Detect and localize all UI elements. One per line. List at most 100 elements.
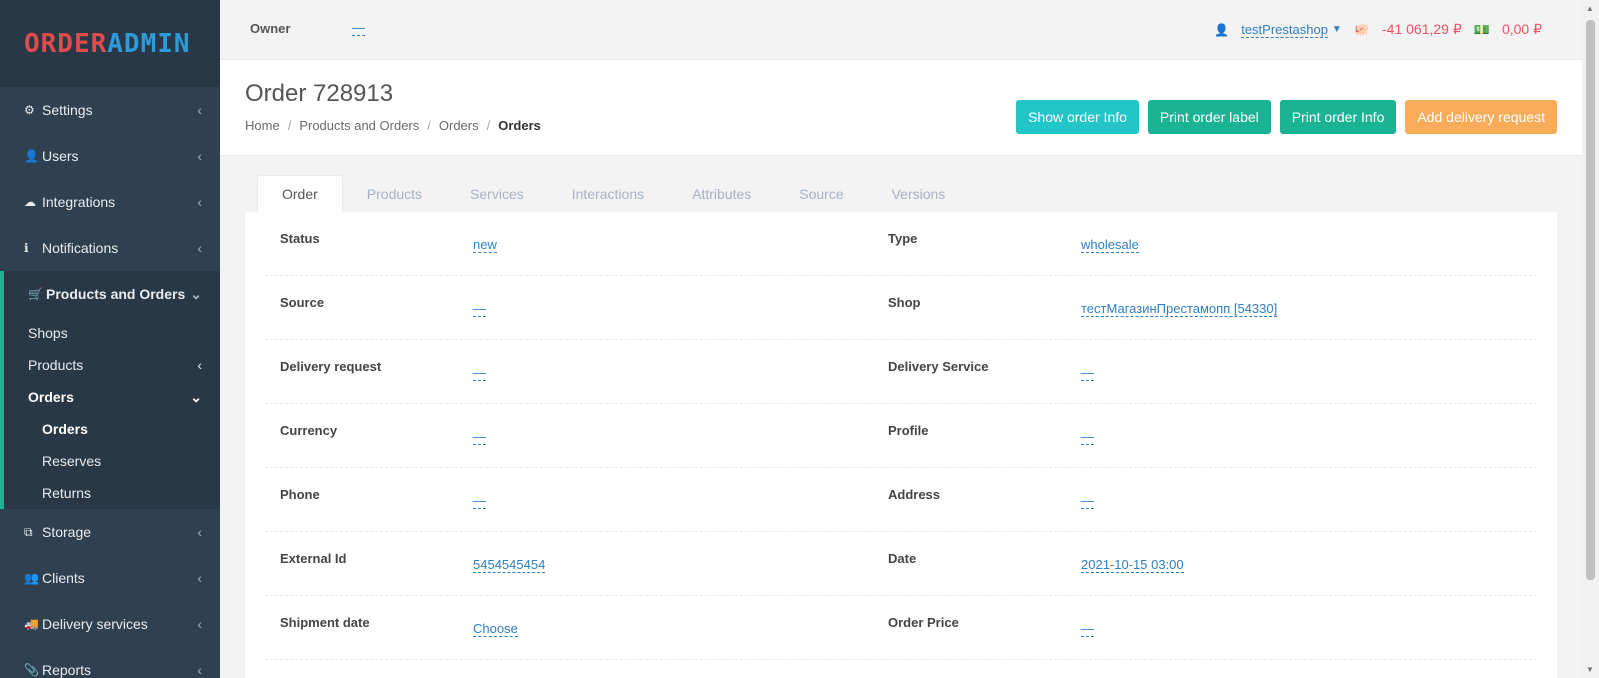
delivery-request-value[interactable]: — (473, 365, 486, 381)
breadcrumb-home[interactable]: Home (245, 118, 280, 133)
sidebar-item-label: Orders (28, 389, 74, 405)
scrollbar-thumb[interactable] (1586, 20, 1595, 580)
sidebar-item-label: Settings (42, 102, 93, 118)
paperclip-icon: 📎 (24, 663, 39, 677)
sidebar-item-notifications[interactable]: ℹ Notifications ‹ (0, 225, 220, 271)
profile-value[interactable]: — (1081, 429, 1094, 445)
sidebar-item-reports[interactable]: 📎 Reports ‹ (0, 647, 220, 678)
tab-interactions[interactable]: Interactions (548, 175, 668, 212)
logo-part-admin: ADMIN (107, 28, 191, 59)
info-circle-icon: ℹ (24, 241, 29, 255)
sidebar-item-reserves[interactable]: Reserves (4, 445, 220, 477)
date-label: Date (888, 551, 917, 566)
page-scrollbar[interactable]: ▲ ▼ (1582, 0, 1599, 678)
main-content: Order Products Services Interactions Att… (220, 157, 1582, 678)
sidebar-item-settings[interactable]: ⚙ Settings ‹ (0, 87, 220, 133)
sidebar-subnav-orders: Orders Reserves Returns (0, 413, 220, 509)
show-order-info-button[interactable]: Show order Info (1016, 100, 1139, 134)
order-tabs: Order Products Services Interactions Att… (257, 175, 969, 212)
tab-products[interactable]: Products (343, 175, 446, 212)
cubes-icon: ⧉ (24, 524, 33, 539)
sidebar-item-storage[interactable]: ⧉ Storage ‹ (0, 509, 220, 555)
caret-down-icon[interactable]: ▼ (1332, 24, 1342, 35)
user-menu[interactable]: testPrestashop (1241, 22, 1328, 38)
sidebar-item-returns[interactable]: Returns (4, 477, 220, 509)
top-right-controls: 👤 testPrestashop ▼ 🐖 -41 061,29 ₽ 💵 0,00… (1214, 21, 1542, 38)
external-id-value[interactable]: 5454545454 (473, 557, 546, 573)
user-icon: 👤 (24, 149, 39, 163)
chevron-down-icon: ⌄ (190, 388, 202, 405)
breadcrumb-current: Orders (498, 118, 541, 133)
app-logo[interactable]: ORDER ADMIN (0, 0, 220, 87)
currency-value[interactable]: — (473, 429, 486, 445)
sidebar-item-label: Clients (42, 570, 85, 586)
date-value[interactable]: 2021-10-15 03:00 (1081, 557, 1184, 573)
type-label: Type (888, 231, 918, 246)
status-value[interactable]: new (473, 237, 497, 253)
order-price-value[interactable]: — (1081, 621, 1094, 637)
delivery-service-value[interactable]: — (1081, 365, 1094, 381)
chevron-left-icon: ‹ (197, 148, 202, 164)
detail-row: Status new Type wholesale (265, 212, 1537, 276)
detail-row: External Id 5454545454 Date 2021-10-15 0… (265, 532, 1537, 596)
shop-label: Shop (888, 295, 921, 310)
sidebar-item-shops[interactable]: Shops (4, 317, 220, 349)
breadcrumb-orders[interactable]: Orders (439, 118, 479, 133)
shopping-cart-icon: 🛒 (28, 287, 43, 301)
shipment-date-value[interactable]: Choose (473, 621, 518, 637)
sidebar-subnav-products-and-orders: Shops Products ‹ Orders ⌄ Orders Reserve… (0, 317, 220, 509)
scroll-down-arrow-icon[interactable]: ▼ (1586, 665, 1594, 674)
address-value[interactable]: — (1081, 493, 1094, 509)
sidebar-item-label: Reserves (42, 453, 102, 469)
detail-row: Currency — Profile — (265, 404, 1537, 468)
sidebar-item-label: Delivery services (42, 616, 148, 632)
sidebar-item-delivery-services[interactable]: 🚚 Delivery services ‹ (0, 601, 220, 647)
sidebar-item-orders-list[interactable]: Orders (0, 413, 220, 445)
detail-row: Delivery request — Delivery Service — (265, 340, 1537, 404)
sidebar-item-label: Users (42, 148, 79, 164)
gear-icon: ⚙ (24, 103, 35, 117)
balance-deposit: 0,00 ₽ (1501, 21, 1542, 37)
user-icon: 👤 (1214, 22, 1230, 37)
currency-label: Currency (280, 423, 338, 438)
sidebar-item-products-and-orders[interactable]: 🛒 Products and Orders ⌄ (0, 271, 220, 317)
breadcrumb-separator: / (427, 118, 431, 133)
chevron-left-icon: ‹ (197, 662, 202, 678)
sidebar-item-orders[interactable]: Orders ⌄ (4, 381, 220, 413)
sidebar-item-users[interactable]: 👤 Users ‹ (0, 133, 220, 179)
sidebar-item-integrations[interactable]: ☁ Integrations ‹ (0, 179, 220, 225)
top-bar: Owner — 👤 testPrestashop ▼ 🐖 -41 061,29 … (220, 0, 1582, 60)
header-actions: Show order Info Print order label Print … (1016, 100, 1557, 134)
cloud-download-icon: ☁ (24, 195, 36, 209)
type-value[interactable]: wholesale (1081, 237, 1139, 253)
add-delivery-request-button[interactable]: Add delivery request (1405, 100, 1557, 134)
sidebar-item-label: Storage (42, 524, 92, 540)
breadcrumb-products-and-orders[interactable]: Products and Orders (299, 118, 419, 133)
scroll-up-arrow-icon[interactable]: ▲ (1586, 4, 1594, 13)
sidebar-item-products[interactable]: Products ‹ (4, 349, 220, 381)
print-order-label-button[interactable]: Print order label (1147, 100, 1271, 134)
tab-versions[interactable]: Versions (868, 175, 970, 212)
page-header: Order 728913 Home / Products and Orders … (220, 60, 1582, 156)
detail-row: Phone — Address — (265, 468, 1537, 532)
sidebar-item-clients[interactable]: 👥 Clients ‹ (0, 555, 220, 601)
external-id-label: External Id (280, 551, 347, 566)
source-label: Source (280, 295, 325, 310)
money-icon: 💵 (1473, 21, 1490, 37)
tab-order[interactable]: Order (257, 175, 343, 212)
chevron-left-icon: ‹ (197, 102, 202, 118)
profile-label: Profile (888, 423, 929, 438)
sidebar-item-label: Products and Orders (46, 286, 186, 302)
shop-value[interactable]: тестМагазинПрестамопп [54330] (1081, 301, 1278, 317)
chevron-left-icon: ‹ (197, 240, 202, 256)
phone-label: Phone (280, 487, 320, 502)
chevron-down-icon: ⌄ (190, 285, 202, 302)
tab-source[interactable]: Source (775, 175, 867, 212)
source-value[interactable]: — (473, 301, 486, 317)
print-order-info-button[interactable]: Print order Info (1279, 100, 1397, 134)
phone-value[interactable]: — (473, 493, 486, 509)
tab-attributes[interactable]: Attributes (668, 175, 775, 212)
owner-selector[interactable]: — (352, 21, 365, 36)
tab-services[interactable]: Services (446, 175, 548, 212)
users-icon: 👥 (24, 571, 39, 585)
